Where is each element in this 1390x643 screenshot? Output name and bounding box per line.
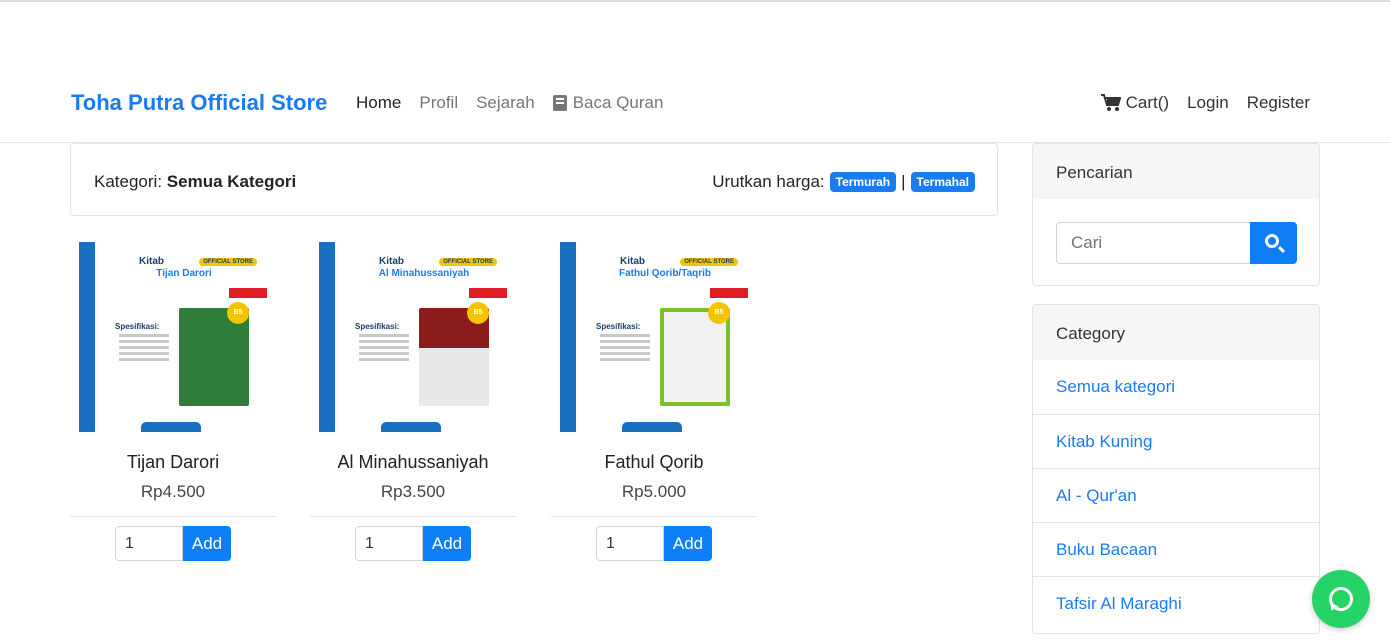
category-card-title: Category — [1033, 305, 1319, 360]
product-price: Rp4.500 — [140, 482, 206, 501]
product-image[interactable]: Kitab Al Minahussaniyah OFFICIAL STORE S… — [319, 242, 507, 432]
sort-separator: | — [901, 172, 906, 191]
cover-title: Al Minahussaniyah — [378, 268, 470, 279]
search-group — [1056, 222, 1297, 264]
search-icon — [1265, 234, 1279, 248]
nav-profil[interactable]: Profil — [419, 93, 458, 113]
b5-badge: B5 — [708, 302, 730, 324]
filter-bar: Kategori: Semua Kategori Urutkan harga: … — [70, 143, 998, 216]
versi-baru-tag — [710, 288, 748, 298]
category-item-semua[interactable]: Semua kategori — [1033, 360, 1319, 414]
nav-links: Home Profil Sejarah Baca Quran — [356, 93, 663, 113]
category-card: Category Semua kategori Kitab Kuning Al … — [1032, 304, 1320, 634]
nav-right: Cart() Login Register — [1100, 93, 1310, 113]
nav-baca-quran[interactable]: Baca Quran — [552, 93, 664, 113]
quantity-input[interactable] — [596, 526, 664, 561]
book-icon — [552, 95, 567, 111]
kitab-tag — [141, 422, 201, 432]
search-input[interactable] — [1056, 222, 1252, 264]
add-to-cart-button[interactable]: Add — [423, 526, 471, 561]
product-image[interactable]: Kitab Tijan Darori OFFICIAL STORE Spesif… — [79, 242, 267, 432]
quantity-input[interactable] — [355, 526, 423, 561]
product-title[interactable]: Tijan Darori — [70, 452, 276, 473]
category-item-al-quran[interactable]: Al - Qur'an — [1033, 468, 1319, 522]
cart-link[interactable]: Cart() — [1100, 93, 1170, 113]
register-link[interactable]: Register — [1247, 93, 1310, 113]
product-image[interactable]: Kitab Fathul Qorib/Taqrib OFFICIAL STORE… — [560, 242, 748, 432]
cart-icon — [1100, 94, 1121, 111]
product-title[interactable]: Fathul Qorib — [551, 452, 757, 473]
versi-baru-tag — [469, 288, 507, 298]
product-price: Rp5.000 — [621, 482, 687, 501]
product-title[interactable]: Al Minahussaniyah — [310, 452, 516, 473]
sort-cheapest-button[interactable]: Termurah — [829, 172, 897, 192]
cover-spec-lines — [119, 334, 169, 364]
cover-spec: Spesifikasi: — [355, 322, 400, 331]
kategori-value: Semua Kategori — [166, 172, 297, 191]
whatsapp-button[interactable] — [1312, 570, 1370, 628]
cover-strip — [560, 242, 576, 432]
cover-spec-lines — [600, 334, 650, 364]
sort-label: Urutkan harga: — [712, 172, 825, 191]
cover-strip — [319, 242, 335, 432]
divider — [551, 516, 757, 517]
versi-baru-tag — [229, 288, 267, 298]
category-item-kitab-kuning[interactable]: Kitab Kuning — [1033, 414, 1319, 468]
kategori-label: Kategori: — [94, 172, 163, 191]
navbar: Toha Putra Official Store Home Profil Se… — [0, 62, 1390, 143]
nav-home[interactable]: Home — [356, 93, 401, 113]
official-store-tag: OFFICIAL STORE — [199, 258, 257, 266]
b5-badge: B5 — [467, 302, 489, 324]
cover-kitab: Kitab — [139, 256, 164, 267]
cover-title: Fathul Qorib/Taqrib — [618, 268, 712, 279]
cover-title: Tijan Darori — [156, 268, 212, 279]
b5-badge: B5 — [227, 302, 249, 324]
search-card-title: Pencarian — [1033, 144, 1319, 199]
brand-link[interactable]: Toha Putra Official Store — [71, 90, 327, 116]
cover-spec: Spesifikasi: — [596, 322, 641, 331]
product-price: Rp3.500 — [380, 482, 446, 501]
nav-baca-quran-label: Baca Quran — [572, 93, 664, 112]
category-filter-label: Kategori: Semua Kategori — [94, 172, 296, 192]
add-to-cart-button[interactable]: Add — [183, 526, 231, 561]
official-store-tag: OFFICIAL STORE — [439, 258, 497, 266]
search-button[interactable] — [1250, 222, 1297, 264]
kitab-tag — [381, 422, 441, 432]
search-card: Pencarian — [1032, 143, 1320, 286]
category-item-buku-bacaan[interactable]: Buku Bacaan — [1033, 522, 1319, 576]
cover-kitab: Kitab — [620, 256, 645, 267]
cover-spec-lines — [359, 334, 409, 364]
divider — [310, 516, 516, 517]
official-store-tag: OFFICIAL STORE — [680, 258, 738, 266]
divider — [70, 516, 276, 517]
cover-kitab: Kitab — [379, 256, 404, 267]
sort-controls: Urutkan harga: Termurah | Termahal — [712, 172, 975, 192]
kitab-tag — [622, 422, 682, 432]
sort-expensive-button[interactable]: Termahal — [910, 172, 975, 192]
login-link[interactable]: Login — [1187, 93, 1229, 113]
nav-sejarah[interactable]: Sejarah — [476, 93, 535, 113]
add-to-cart-button[interactable]: Add — [664, 526, 712, 561]
cover-spec: Spesifikasi: — [115, 322, 160, 331]
cart-label: Cart() — [1125, 93, 1170, 112]
category-item-tafsir[interactable]: Tafsir Al Maraghi — [1033, 576, 1319, 630]
cover-strip — [79, 242, 95, 432]
top-border — [0, 0, 1390, 2]
quantity-input[interactable] — [115, 526, 183, 561]
